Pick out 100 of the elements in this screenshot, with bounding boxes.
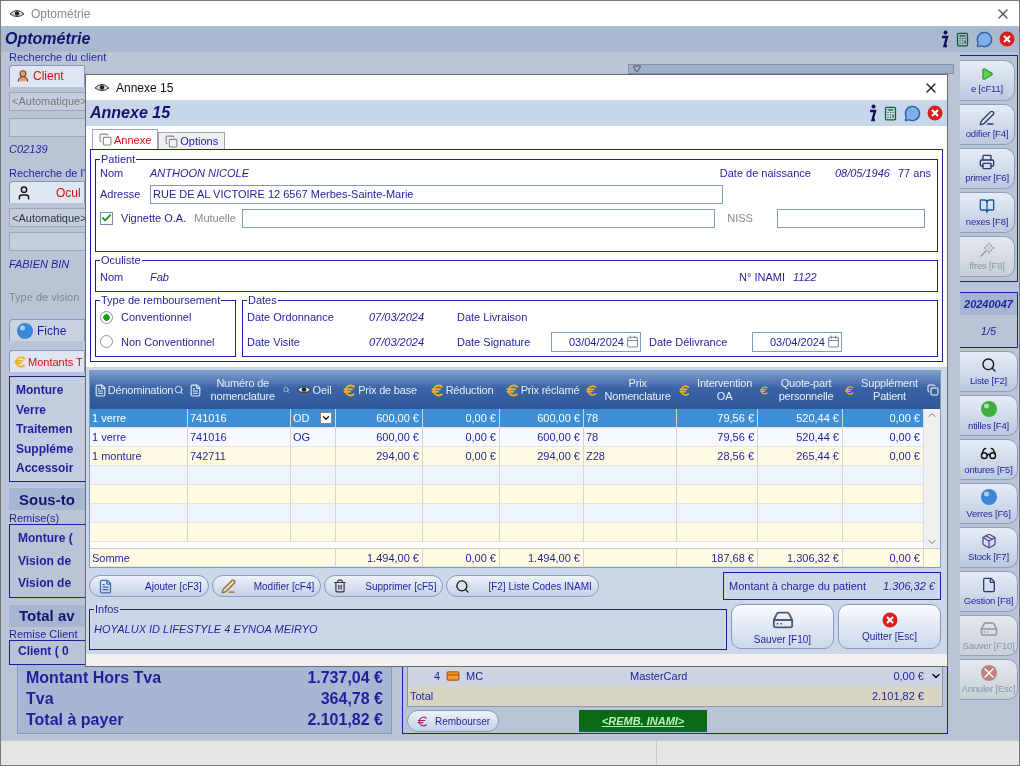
save-button[interactable]: Sauver [F10] bbox=[731, 604, 834, 649]
field-label: Nom bbox=[100, 167, 125, 179]
column-header: Dénomination bbox=[107, 383, 174, 397]
field-label: Nom bbox=[100, 271, 125, 283]
total-value: 364,78 € bbox=[320, 689, 383, 708]
birth-date: 08/05/1946 bbox=[834, 167, 890, 179]
page-title: Optométrie bbox=[5, 30, 92, 48]
patient-name: ANTHOON NICOLE bbox=[150, 167, 249, 179]
tab[interactable]: Options bbox=[158, 132, 226, 149]
group-label: Type de remboursement bbox=[100, 295, 222, 306]
column-header: Prix réclamé bbox=[520, 383, 580, 397]
column-header: Numéro de nomenclature bbox=[209, 377, 276, 403]
column-header: Supplément Patient bbox=[860, 377, 919, 403]
table-cell: 0,00 € bbox=[423, 549, 500, 567]
field-label: Date Délivrance bbox=[649, 335, 729, 348]
quit-button[interactable]: Quitter [Esc] bbox=[838, 604, 941, 649]
field-label: NISS bbox=[726, 212, 754, 224]
table-cell: 1.494,00 € bbox=[500, 549, 584, 567]
discount-label: Vision de bbox=[18, 576, 73, 591]
inami-number: 1122 bbox=[793, 271, 818, 283]
side-button[interactable]: primer [F6] bbox=[960, 148, 1015, 189]
table-cell: 1.494,00 € bbox=[336, 549, 423, 567]
table-row[interactable]: 1 monture 742711 294,00 € 0,00 € 294,00 € Z28 28,56 € 265,44 € 0,00 € bbox=[90, 447, 923, 466]
action-button[interactable]: Ajouter [cF3] bbox=[89, 575, 209, 597]
action-button[interactable]: Supprimer [cF5] bbox=[324, 575, 444, 597]
table-cell-text: Total bbox=[410, 690, 435, 702]
subtotal-label: Sous-to bbox=[9, 488, 85, 511]
table-cell: 187,68 € bbox=[677, 549, 758, 567]
date-value: 07/03/2024 bbox=[369, 335, 426, 348]
radio-label: Non Conventionnel bbox=[121, 335, 215, 348]
column-header: Réduction bbox=[445, 383, 494, 397]
side-button[interactable]: Gestion [F8] bbox=[960, 571, 1018, 612]
date-field[interactable]: 03/04/2024 bbox=[551, 331, 641, 352]
side-button[interactable]: odifier [F4] bbox=[960, 104, 1015, 145]
group-label: Oculiste bbox=[100, 255, 142, 266]
amount-label: Accessoir bbox=[16, 461, 75, 476]
field-label: N° INAMI bbox=[739, 271, 785, 283]
total-label: Tva bbox=[26, 689, 54, 708]
group-label: Recherche de l' bbox=[9, 168, 85, 180]
table-cell-text: 4 bbox=[432, 670, 440, 682]
refund-button[interactable]: Rembourser bbox=[407, 710, 500, 732]
charge-value: 1.306,32 € bbox=[883, 580, 935, 592]
dialog-heading: Annexe 15 bbox=[90, 104, 172, 122]
oculist-field[interactable]: <Automatique> bbox=[9, 208, 85, 228]
group-label: Remise Client bbox=[9, 628, 79, 640]
group-label: Infos bbox=[94, 604, 120, 615]
field-label: Date Ordonnance bbox=[247, 311, 335, 324]
group-label: Dates bbox=[247, 295, 278, 306]
side-button[interactable]: nexes [F8] bbox=[960, 192, 1015, 233]
table-row[interactable]: 1 verre 741016 OG 600,00 € 0,00 € 600,00 € 78 79,56 € 520,44 € 0,00 € bbox=[90, 428, 923, 447]
dialog-title: Annexe 15 bbox=[116, 80, 175, 95]
amounts-tab[interactable]: Montants T bbox=[9, 350, 85, 373]
total-value: 1.737,04 € bbox=[307, 668, 383, 687]
side-button[interactable]: ontures [F5] bbox=[960, 439, 1018, 480]
date-value: 07/03/2024 bbox=[369, 311, 426, 324]
tab[interactable]: Annexe bbox=[92, 129, 159, 149]
inami-link[interactable]: <REMB. INAMI> bbox=[579, 710, 708, 732]
oculist-tab[interactable]: Ocul bbox=[9, 181, 85, 204]
info-text: HOYALUX ID LIFESTYLE 4 EYNOA MEIRYO bbox=[94, 623, 318, 635]
discount-label: Client ( 0 bbox=[18, 643, 70, 658]
table-cell: 1.306,32 € bbox=[758, 549, 843, 567]
client-code: C02139 bbox=[9, 142, 49, 157]
invoice-number: 20240047 bbox=[960, 293, 1017, 315]
discount-label: Monture ( bbox=[18, 531, 74, 546]
table-cell-text: 2.101,82 € bbox=[871, 690, 924, 702]
column-header: Oeil bbox=[312, 383, 332, 397]
side-button[interactable]: Stock [F7] bbox=[960, 527, 1018, 568]
total-value: 2.101,82 € bbox=[307, 710, 383, 729]
side-button[interactable]: Verres [F6] bbox=[960, 483, 1018, 524]
window-title: Optométrie bbox=[31, 6, 92, 21]
side-button[interactable]: Liste [F2] bbox=[960, 351, 1018, 392]
radio-label: Conventionnel bbox=[121, 311, 192, 324]
amount-label: Suppléme bbox=[16, 441, 75, 457]
client-tab[interactable]: Client bbox=[9, 64, 85, 87]
tab[interactable]: Fiche bbox=[9, 319, 85, 342]
page-counter: 1/5 bbox=[979, 324, 998, 339]
checkbox-label: Vignette O.A. bbox=[121, 212, 187, 224]
side-button[interactable]: e [cF11] bbox=[960, 60, 1015, 101]
oculist-name: FABIEN BIN bbox=[9, 258, 71, 272]
field-label: Adresse bbox=[100, 188, 142, 200]
total-label: Total à payer bbox=[26, 710, 124, 729]
date-field[interactable]: 03/04/2024 bbox=[752, 331, 842, 352]
discount-label: Vision de bbox=[18, 553, 73, 569]
action-button[interactable]: [F2] Liste Codes INAMI bbox=[446, 575, 599, 597]
group-label: Patient bbox=[100, 154, 137, 165]
table-cell: 0,00 € bbox=[843, 549, 924, 567]
total-label: Total av bbox=[9, 604, 85, 627]
column-header: Prix Nomenclature bbox=[603, 377, 672, 403]
field-label: Date Visite bbox=[247, 335, 301, 348]
column-header: Quote-part personnelle bbox=[777, 377, 835, 403]
field-label: Mutuelle bbox=[194, 212, 235, 224]
address-field[interactable]: RUE DE AL VICTOIRE 12 6567 Merbes-Sainte-Marie bbox=[150, 184, 723, 204]
group-label: Recherche du client bbox=[9, 52, 107, 64]
action-button[interactable]: Modifier [cF4] bbox=[211, 575, 322, 597]
amount-label: Verre bbox=[16, 402, 48, 418]
side-button[interactable]: ntilles [F4] bbox=[960, 395, 1018, 436]
total-label: Montant Hors Tva bbox=[26, 668, 162, 687]
oculist-name: Fab bbox=[150, 271, 169, 283]
table-cell: Somme bbox=[90, 549, 336, 567]
field-label: Date de naissance bbox=[719, 167, 811, 179]
